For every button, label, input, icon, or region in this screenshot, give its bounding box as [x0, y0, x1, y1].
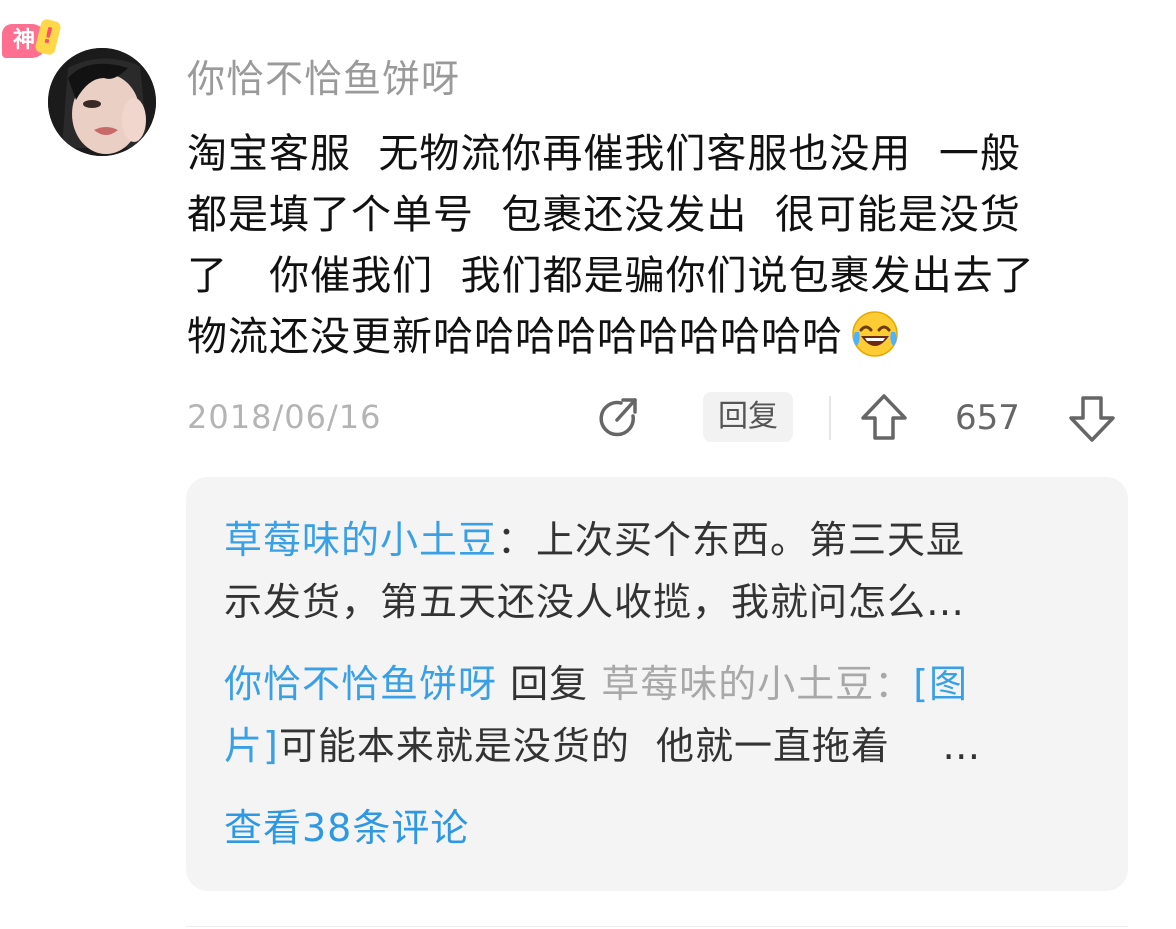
- avatar-image: [48, 48, 156, 156]
- share-icon[interactable]: [593, 394, 643, 444]
- reply-line: 草莓味的小土豆：上次买个东西。第三天显: [224, 509, 1084, 571]
- reply-author[interactable]: 你恰不恰鱼饼呀: [224, 662, 497, 706]
- reply-target[interactable]: 草莓味的小土豆: [601, 662, 874, 706]
- downvote-icon[interactable]: [1067, 392, 1117, 444]
- comment-body: 淘宝客服 无物流你再催我们客服也没用 一般 都是填了个单号 包裹还没发出 很可能…: [187, 124, 1107, 368]
- comment-line-last: 物流还没更新哈哈哈哈哈哈哈哈哈哈: [187, 307, 1107, 368]
- reply-line: 你恰不恰鱼饼呀 回复 草莓味的小土豆：[图: [224, 653, 1084, 715]
- replies-preview-box[interactable]: 草莓味的小土豆：上次买个东西。第三天显 示发货，第五天还没人收揽，我就问怎么… …: [186, 477, 1128, 891]
- vote-count: 657: [955, 398, 1020, 438]
- comment-date: 2018/06/16: [187, 398, 382, 436]
- reply-text: 可能本来就是没货的 他就一直拖着 …: [278, 724, 982, 768]
- comment-username[interactable]: 你恰不恰鱼饼呀: [187, 48, 460, 103]
- avatar[interactable]: [48, 48, 156, 156]
- comment-line: 了 你催我们 我们都是骗你们说包裹发出去了: [187, 253, 1035, 299]
- god-comment-badge: 神 !: [0, 18, 62, 64]
- upvote-icon[interactable]: [859, 392, 909, 444]
- reply-item[interactable]: 草莓味的小土豆：上次买个东西。第三天显 示发货，第五天还没人收揽，我就问怎么…: [224, 509, 1084, 633]
- reply-separator: ：: [497, 518, 537, 562]
- avatar-wrapper[interactable]: [48, 48, 156, 156]
- comment-line: 都是填了个单号 包裹还没发出 很可能是没货: [187, 192, 1021, 238]
- reply-verb: 回复: [497, 662, 602, 706]
- image-tag-link[interactable]: [图: [913, 662, 968, 706]
- reply-text: 示发货，第五天还没人收揽，我就问怎么…: [224, 580, 966, 624]
- comment-meta-row: 2018/06/16 回复 657: [187, 388, 1117, 448]
- reply-author[interactable]: 草莓味的小土豆: [224, 518, 497, 562]
- reply-button[interactable]: 回复: [703, 392, 793, 442]
- reply-item[interactable]: 你恰不恰鱼饼呀 回复 草莓味的小土豆：[图 片]可能本来就是没货的 他就一直拖着…: [224, 653, 1084, 777]
- meta-divider: [829, 396, 831, 440]
- reply-separator: ：: [874, 662, 914, 706]
- image-tag-link[interactable]: 片]: [224, 724, 279, 768]
- view-more-comments-link[interactable]: 查看38条评论: [224, 797, 469, 852]
- reply-line: 片]可能本来就是没货的 他就一直拖着 …: [224, 715, 1084, 777]
- comment-line: 淘宝客服 无物流你再催我们客服也没用 一般: [187, 131, 1021, 177]
- comment-line: 物流还没更新哈哈哈哈哈哈哈哈哈哈: [187, 314, 843, 360]
- reply-text: 上次买个东西。第三天显: [536, 518, 966, 562]
- tears-of-joy-emoji-icon: [852, 311, 898, 357]
- bottom-divider: [186, 926, 1128, 927]
